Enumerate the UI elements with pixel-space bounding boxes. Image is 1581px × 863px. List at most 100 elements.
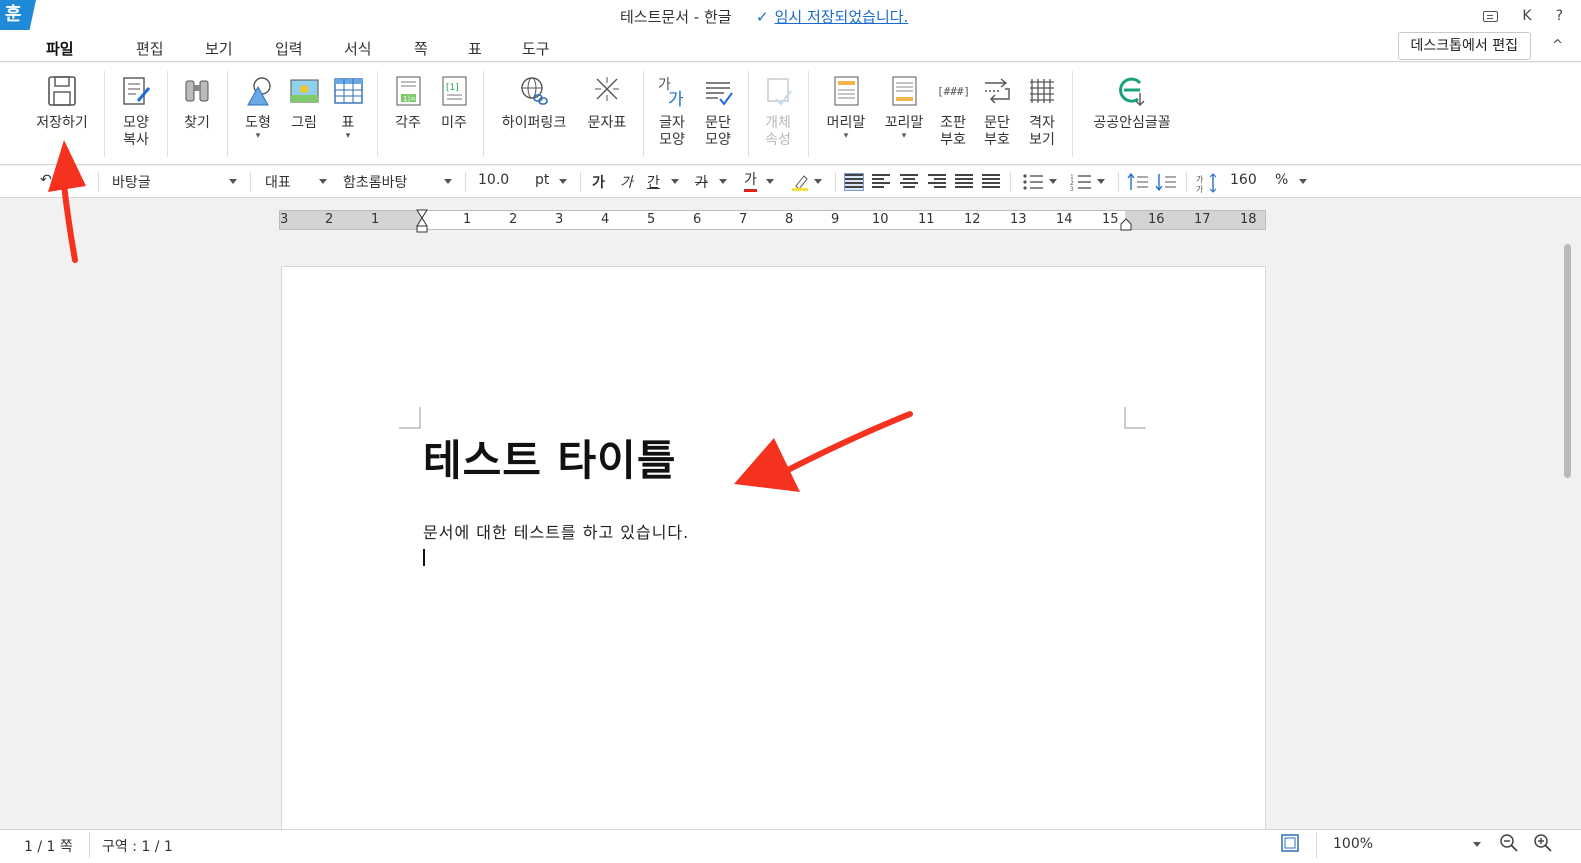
comment-icon[interactable] — [1483, 10, 1499, 22]
language-dropdown-icon[interactable] — [319, 179, 327, 184]
char-map-button[interactable]: 문자표 — [582, 73, 632, 132]
layout-code-button[interactable]: [###] 조판 부호 — [933, 73, 973, 149]
indent-decrease-icon[interactable] — [1127, 172, 1149, 196]
app-logo[interactable]: 훈 — [0, 0, 36, 30]
line-spacing-icon[interactable]: 가가 — [1196, 172, 1222, 198]
style-select[interactable]: 바탕글 — [112, 172, 151, 192]
footer-dropdown-icon[interactable]: ▾ — [876, 132, 932, 141]
highlight-pen-icon[interactable] — [790, 172, 810, 196]
footer-button[interactable]: 꼬리말 ▾ — [876, 73, 932, 141]
justify-align-icon[interactable] — [844, 173, 864, 191]
footnote-button[interactable]: 1)= 각주 — [386, 73, 430, 132]
desktop-edit-button[interactable]: 데스크톱에서 편집 — [1397, 32, 1531, 60]
document-heading[interactable]: 테스트 타이틀 — [423, 427, 676, 488]
ruler-tick: 6 — [693, 212, 702, 227]
vertical-scrollbar[interactable] — [1564, 244, 1571, 478]
strikethrough-button[interactable]: 가 — [695, 172, 708, 192]
divide-align-icon[interactable] — [982, 174, 1000, 190]
indent-marker-icon[interactable] — [415, 208, 429, 234]
public-font-button[interactable]: 공공안심글꼴 — [1084, 73, 1180, 132]
language-select[interactable]: 대표 — [265, 172, 291, 192]
format-painter-icon — [120, 73, 152, 109]
ribbon: 저장하기 모양 복사 찾기 도형 ▾ 그림 표 ▾ 1)= 각주 [1] 미주 … — [0, 63, 1581, 165]
table-button[interactable]: 표 ▾ — [328, 73, 368, 141]
tab-table[interactable]: 표 — [468, 38, 482, 59]
indent-increase-icon[interactable] — [1155, 172, 1177, 196]
para-shape-button[interactable]: 문단 모양 — [696, 73, 740, 149]
strike-dropdown-icon[interactable] — [719, 179, 727, 184]
right-align-icon[interactable] — [928, 174, 946, 190]
undo-icon[interactable]: ↶ — [40, 172, 52, 188]
right-margin-marker-icon[interactable] — [1120, 217, 1132, 231]
document-body-text[interactable]: 문서에 대한 테스트를 하고 있습니다. — [423, 519, 689, 543]
tab-page[interactable]: 쪽 — [414, 38, 428, 59]
underline-dropdown-icon[interactable] — [671, 179, 679, 184]
help-icon[interactable]: ? — [1556, 8, 1563, 24]
save-status[interactable]: ✓ 임시 저장되었습니다. — [756, 6, 908, 27]
font-color-dropdown-icon[interactable] — [766, 179, 774, 184]
tab-tools[interactable]: 도구 — [522, 38, 550, 59]
page-view-icon[interactable] — [1281, 834, 1299, 856]
bullet-dropdown-icon[interactable] — [1049, 179, 1057, 184]
center-align-icon[interactable] — [900, 174, 918, 190]
shape-button[interactable]: 도형 ▾ — [236, 73, 280, 141]
tab-edit[interactable]: 편집 — [136, 38, 164, 59]
bold-button[interactable]: 가 — [592, 172, 605, 192]
font-unit-dropdown-icon[interactable] — [559, 179, 567, 184]
underline-button[interactable]: 간 — [647, 172, 660, 192]
picture-button[interactable]: 그림 — [284, 73, 324, 132]
tab-view[interactable]: 보기 — [205, 38, 233, 59]
para-mark-button[interactable]: 문단 부호 — [977, 73, 1017, 149]
object-properties-button[interactable]: 개체 속성 — [756, 73, 800, 149]
margin-corner-top-right — [1124, 407, 1146, 429]
zoom-dropdown-icon[interactable] — [1473, 842, 1481, 847]
collapse-ribbon-icon[interactable]: ^ — [1552, 38, 1563, 53]
footnote-label: 각주 — [395, 115, 421, 131]
table-dropdown-icon[interactable]: ▾ — [328, 132, 368, 141]
copy-format-button[interactable]: 모양 복사 — [112, 73, 160, 149]
object-properties-label-1: 개체 — [765, 115, 791, 131]
find-button[interactable]: 찾기 — [174, 73, 220, 132]
para-mark-icon — [981, 73, 1013, 109]
grid-view-button[interactable]: 격자 보기 — [1022, 73, 1062, 149]
style-dropdown-icon[interactable] — [229, 179, 237, 184]
public-font-label: 공공안심글꼴 — [1093, 115, 1171, 131]
ruler-tick: 13 — [1010, 212, 1027, 227]
line-spacing-input[interactable]: 160 — [1230, 172, 1257, 188]
bullet-list-icon[interactable] — [1022, 172, 1044, 196]
font-unit-select[interactable]: pt — [535, 172, 549, 188]
ruler-tick: 9 — [831, 212, 840, 227]
highlight-dropdown-icon[interactable] — [814, 179, 822, 184]
hyperlink-button[interactable]: 하이퍼링크 — [494, 73, 574, 132]
font-color-button[interactable]: 가 — [744, 172, 757, 192]
zoom-out-icon[interactable] — [1499, 833, 1519, 857]
left-align-icon[interactable] — [872, 174, 890, 190]
floppy-disk-icon — [46, 73, 78, 109]
numbered-list-icon[interactable]: 123 — [1070, 172, 1092, 196]
font-select[interactable]: 함초롬바탕 — [343, 172, 407, 192]
document-page[interactable]: 테스트 타이틀 문서에 대한 테스트를 하고 있습니다. — [281, 266, 1266, 836]
save-status-link[interactable]: 임시 저장되었습니다. — [775, 8, 909, 26]
header-button[interactable]: 머리말 ▾ — [818, 73, 874, 141]
italic-button[interactable]: 가 — [620, 172, 633, 192]
zoom-level[interactable]: 100% — [1333, 836, 1373, 852]
zoom-in-icon[interactable] — [1533, 833, 1553, 857]
user-initial[interactable]: K — [1522, 8, 1531, 24]
distribute-align-icon[interactable] — [955, 174, 973, 190]
shape-dropdown-icon[interactable]: ▾ — [236, 132, 280, 141]
endnote-button[interactable]: [1] 미주 — [432, 73, 476, 132]
endnote-label: 미주 — [441, 115, 467, 131]
char-shape-button[interactable]: 가가 글자 모양 — [650, 73, 694, 149]
line-spacing-dropdown-icon[interactable] — [1299, 179, 1307, 184]
save-button[interactable]: 저장하기 — [28, 73, 96, 132]
tab-file[interactable]: 파일 — [46, 38, 74, 59]
header-dropdown-icon[interactable]: ▾ — [818, 132, 874, 141]
ruler[interactable]: 3 2 1 1 2 3 4 5 6 7 8 9 10 11 12 13 14 1… — [279, 209, 1266, 233]
page-indicator: 1 / 1 쪽 — [24, 839, 73, 855]
font-dropdown-icon[interactable] — [444, 179, 452, 184]
tab-insert[interactable]: 입력 — [275, 38, 303, 59]
font-size-input[interactable]: 10.0 — [478, 172, 509, 188]
line-spacing-unit[interactable]: % — [1275, 172, 1288, 188]
tab-format[interactable]: 서식 — [344, 38, 372, 59]
numbering-dropdown-icon[interactable] — [1097, 179, 1105, 184]
